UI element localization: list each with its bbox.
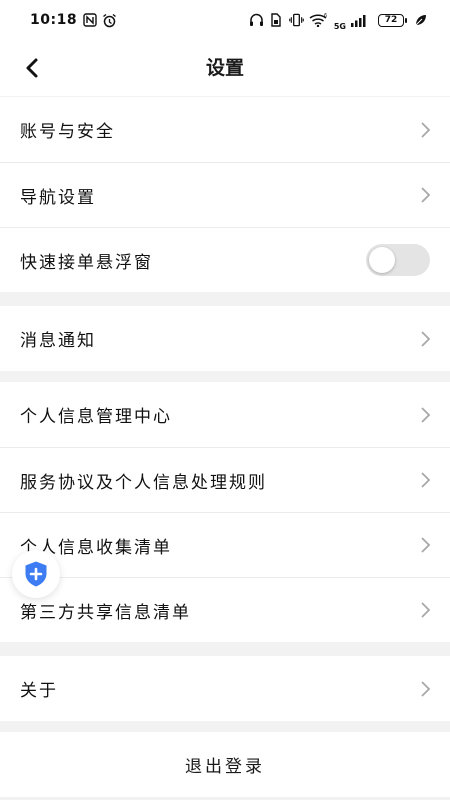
chevron-right-icon	[421, 680, 431, 697]
chevron-left-icon	[26, 58, 38, 78]
chevron-right-icon	[421, 602, 431, 618]
alarm-icon	[102, 13, 117, 28]
row-about[interactable]: 关于	[0, 656, 450, 721]
row-service-agreement[interactable]: 服务协议及个人信息处理规则	[0, 447, 450, 512]
chevron-right-icon	[421, 537, 431, 553]
battery-level: 72	[384, 15, 398, 25]
row-label: 关于	[20, 681, 58, 701]
chevron-right-icon	[421, 406, 431, 423]
headphones-icon	[249, 13, 264, 28]
row-label: 消息通知	[20, 331, 96, 351]
battery-icon: 72	[378, 13, 407, 27]
shield-plus-icon	[25, 561, 47, 587]
row-label: 服务协议及个人信息处理规则	[20, 472, 267, 493]
settings-group-privacy: 个人信息管理中心 服务协议及个人信息处理规则 个人信息收集清单 第三方共享信息清…	[0, 382, 450, 642]
chevron-right-icon	[421, 187, 431, 203]
row-message-notifications[interactable]: 消息通知	[0, 306, 450, 371]
row-info-collection-list[interactable]: 个人信息收集清单	[0, 512, 450, 577]
row-label: 快速接单悬浮窗	[20, 252, 153, 273]
vibrate-icon	[289, 13, 304, 28]
svg-text:6: 6	[324, 13, 327, 19]
back-button[interactable]	[16, 52, 48, 84]
nav-bar: 设置	[0, 40, 450, 96]
row-label: 账号与安全	[20, 122, 115, 142]
settings-group-about: 关于	[0, 656, 450, 721]
row-label: 个人信息管理中心	[20, 407, 172, 427]
nfc-icon	[82, 13, 97, 28]
row-third-party-sharing-list[interactable]: 第三方共享信息清单	[0, 577, 450, 642]
toggle-knob	[369, 247, 395, 273]
sim-icon	[269, 13, 284, 28]
settings-group-account: 账号与安全 导航设置 快速接单悬浮窗	[0, 97, 450, 292]
quick-order-toggle[interactable]	[366, 244, 430, 276]
status-bar: 10:18 6 5G 72	[0, 0, 450, 40]
signal-icon	[351, 13, 367, 28]
row-label: 导航设置	[20, 187, 96, 208]
leaf-icon	[413, 13, 428, 28]
page-title: 设置	[205, 57, 244, 79]
row-label: 第三方共享信息清单	[20, 602, 191, 623]
status-time: 10:18	[30, 12, 78, 28]
logout-button[interactable]: 退出登录	[0, 732, 450, 797]
row-personal-info-center[interactable]: 个人信息管理中心	[0, 382, 450, 447]
chevron-right-icon	[421, 472, 431, 488]
row-navigation-settings[interactable]: 导航设置	[0, 162, 450, 227]
status-bar-left: 10:18	[30, 12, 117, 28]
wifi-icon: 6	[309, 13, 329, 28]
settings-group-notifications: 消息通知	[0, 306, 450, 371]
chevron-right-icon	[421, 330, 431, 347]
row-account-security[interactable]: 账号与安全	[0, 97, 450, 162]
floating-shield-button[interactable]	[12, 550, 60, 598]
row-quick-order-float-window: 快速接单悬浮窗	[0, 227, 450, 292]
chevron-right-icon	[421, 121, 431, 138]
status-bar-right: 6 5G 72	[249, 10, 428, 31]
network-type: 5G	[333, 21, 346, 31]
